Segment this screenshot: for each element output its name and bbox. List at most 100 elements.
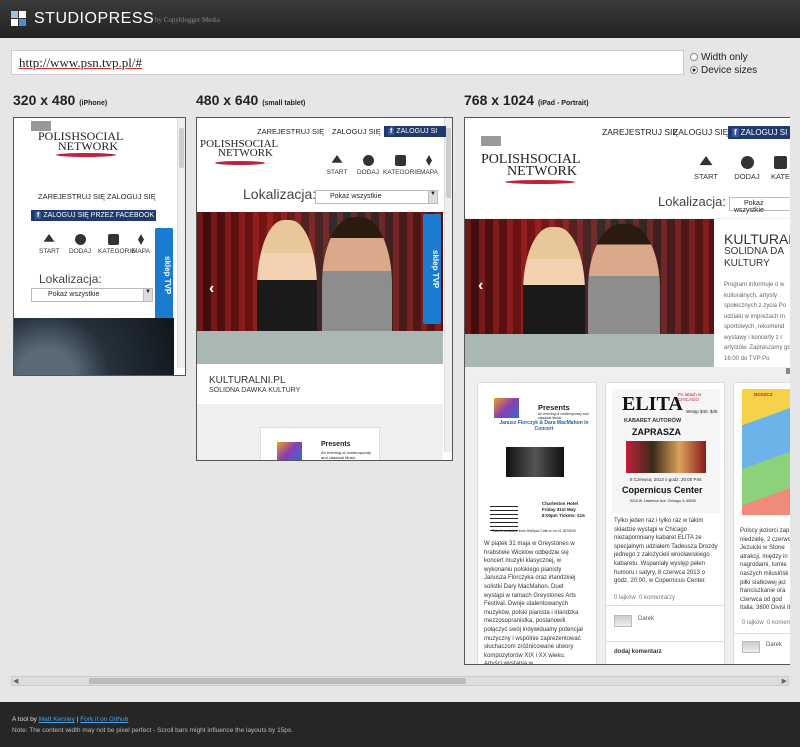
nav-kategorie[interactable]: KATEGORIE — [98, 234, 135, 255]
width-only-radio[interactable]: Width only — [690, 52, 748, 63]
nav-label: DODAJ — [356, 169, 380, 176]
horizontal-scrollbar[interactable]: ◀ ▶ — [11, 676, 789, 686]
poster-heading: NOSZCZ — [754, 392, 773, 397]
facebook-login-button[interactable]: f ZALOGUJ SIĘ PRZEZ FACEBOOK — [31, 210, 156, 221]
register-link[interactable]: ZAREJESTRUJ SIĘ — [38, 192, 105, 201]
psn-logo[interactable]: POLISHSOCIAL NETWORK — [481, 153, 581, 184]
event-card[interactable]: NOSZCZ Polscy jeziorci zap niedzielę, 2 … — [733, 382, 790, 664]
likes-count[interactable]: 0 lajków 0 komentarzy — [742, 620, 790, 626]
nav-kategorie[interactable]: KATEGORIE — [383, 155, 420, 176]
footer-separator: | — [76, 716, 79, 723]
avatar[interactable] — [742, 641, 760, 653]
nav-kategorie[interactable]: KATE — [771, 156, 790, 181]
login-link[interactable]: ZALOGUJ SIĘ — [107, 192, 156, 201]
register-link[interactable]: ZAREJESTRUJ SIĘ — [602, 127, 678, 137]
location-select[interactable]: Pokaż wszystkie ▼ — [315, 190, 438, 204]
brand-title: STUDIOPRESS — [34, 10, 155, 27]
add-icon — [362, 155, 374, 166]
presents-subtitle: An evening of contemporary and classical… — [538, 412, 589, 420]
author-link[interactable]: Matt Kersley — [39, 716, 75, 723]
nav-label: MAPA — [132, 248, 150, 255]
avatar[interactable] — [614, 615, 632, 627]
nav-label: KATE — [771, 172, 790, 181]
slider-prev-icon[interactable]: ‹ — [209, 280, 214, 298]
login-link[interactable]: ZALOGUJ SIĘ — [332, 127, 381, 136]
elita-subtitle: KABARET AUTORÓW — [624, 418, 682, 424]
psn-logo[interactable]: POLISHSOCIAL NETWORK — [200, 138, 278, 165]
nav-mapa[interactable]: MAPA — [419, 155, 439, 176]
comments-label: 0 komentarzy — [767, 620, 790, 626]
nav-start[interactable]: START — [325, 155, 349, 176]
divider — [734, 633, 790, 634]
festival-logo-icon — [277, 442, 302, 460]
sklep-tvp-banner[interactable]: sklep TVP — [155, 228, 173, 323]
register-link[interactable]: ZAREJESTRUJ SIĘ — [257, 127, 324, 136]
facebook-login-label: ZALOGUJ SIĘ PRZEZ FACEBOOK — [43, 212, 155, 219]
nav-label: START — [326, 169, 348, 176]
device-label-ipad: 768 x 1024 (iPad - Portrait) — [464, 92, 589, 108]
slider-prev-icon[interactable]: ‹ — [478, 277, 483, 295]
footer-note: Note: The content width may not be pixel… — [12, 727, 293, 734]
caption-scrollbar[interactable] — [786, 368, 790, 374]
nav-label: DODAJ — [734, 172, 760, 181]
scroll-thumb[interactable] — [179, 128, 184, 168]
url-value: http://www.psn.tvp.pl/# — [19, 55, 143, 70]
small-tablet-frame[interactable]: ZAREJESTRUJ SIĘ ZALOGUJ SIĘ f ZALOGUJ SI … — [196, 117, 453, 461]
location-select[interactable]: Pokaż wszystkie ▼ — [31, 288, 153, 302]
slide-subtitle: SOLIDNA DA — [724, 246, 785, 257]
logo-line-2: NETWORK — [218, 147, 273, 160]
zaprasza-text: ZAPRASZA — [632, 427, 681, 437]
nav-dodaj[interactable]: DODAJ — [733, 156, 761, 181]
nav-start[interactable]: START — [39, 234, 60, 255]
iphone-frame[interactable]: POLISHSOCIAL NETWORK ZAREJESTRUJ SIĘ ZAL… — [13, 117, 186, 376]
scroll-thumb[interactable] — [89, 678, 466, 684]
author-name[interactable]: Darek — [766, 642, 782, 648]
festival-logo-icon — [494, 398, 519, 418]
nav-label: START — [39, 248, 60, 255]
slider-photo[interactable]: ‹ — [197, 212, 443, 364]
author-name[interactable]: Darek — [638, 616, 654, 622]
frame-scrollbar[interactable] — [177, 118, 185, 368]
sklep-tvp-banner[interactable]: sklep TVP — [423, 214, 441, 324]
logo-line-2: NETWORK — [507, 163, 577, 179]
slider-photo[interactable]: ‹ — [465, 219, 714, 367]
github-link[interactable]: Fork it on Github — [80, 716, 128, 723]
presents-names: Janusz Florczyk & Dara MacMahon in Conce… — [499, 420, 589, 432]
ipad-frame[interactable]: ZAREJESTRUJ SIĘ ZALOGUJ SIĘ f ZALOGUJ SI … — [464, 117, 790, 665]
device-label-iphone: 320 x 480 (iPhone) — [13, 92, 107, 108]
add-icon — [740, 156, 754, 169]
scroll-thumb[interactable] — [446, 128, 451, 198]
event-card[interactable]: Presents An evening of contemporary and … — [260, 427, 380, 460]
nav-dodaj[interactable]: DODAJ — [68, 234, 92, 255]
location-label: Lokalizacja: — [658, 194, 726, 209]
login-link[interactable]: ZALOGUJ SIĘ — [673, 127, 728, 137]
url-input[interactable]: http://www.psn.tvp.pl/# — [11, 50, 684, 75]
nav-mapa[interactable]: MAPA — [131, 234, 151, 255]
device-size: 768 x 1024 — [464, 92, 535, 108]
nav-dodaj[interactable]: DODAJ — [355, 155, 381, 176]
nav-label: MAPA — [420, 169, 438, 176]
facebook-icon: f — [388, 128, 395, 135]
event-card[interactable]: ELITA Po latach w CHICAGO Wstęp $40, $45… — [605, 382, 725, 664]
facebook-login-label: ZALOGUJ SI — [740, 128, 788, 137]
device-sizes-radio[interactable]: Device sizes — [690, 65, 757, 76]
nav-start[interactable]: START — [693, 156, 719, 181]
slide-subtitle-2: KULTURY — [724, 258, 770, 269]
psn-logo[interactable]: POLISHSOCIAL NETWORK — [38, 130, 123, 158]
photo-sofa — [465, 334, 714, 367]
facebook-login-button[interactable]: f ZALOGUJ SI — [728, 126, 790, 139]
scroll-left-icon[interactable]: ◀ — [13, 677, 18, 685]
location-select[interactable]: Pokaż wszystkie — [729, 197, 790, 214]
tvp-label: TVP — [163, 279, 172, 295]
add-comment-link[interactable]: dodaj komentarz — [614, 649, 662, 655]
facebook-icon: f — [35, 212, 42, 219]
likes-count[interactable]: 0 lajków 0 komentarzy — [614, 595, 675, 601]
device-name: (iPhone) — [79, 100, 108, 107]
frame-scrollbar[interactable] — [444, 118, 452, 452]
slide-subtitle: SOLIDNA DAWKA KULTURY — [209, 387, 301, 394]
facebook-login-button[interactable]: f ZALOGUJ SI — [384, 126, 446, 137]
scroll-right-icon[interactable]: ▶ — [782, 677, 787, 685]
slide-caption: KULTURAL SOLIDNA DA KULTURY Program info… — [714, 219, 790, 367]
event-card[interactable]: Presents An evening of contemporary and … — [477, 382, 597, 664]
presents-subtitle: An evening of contemporary and classical… — [321, 450, 372, 460]
